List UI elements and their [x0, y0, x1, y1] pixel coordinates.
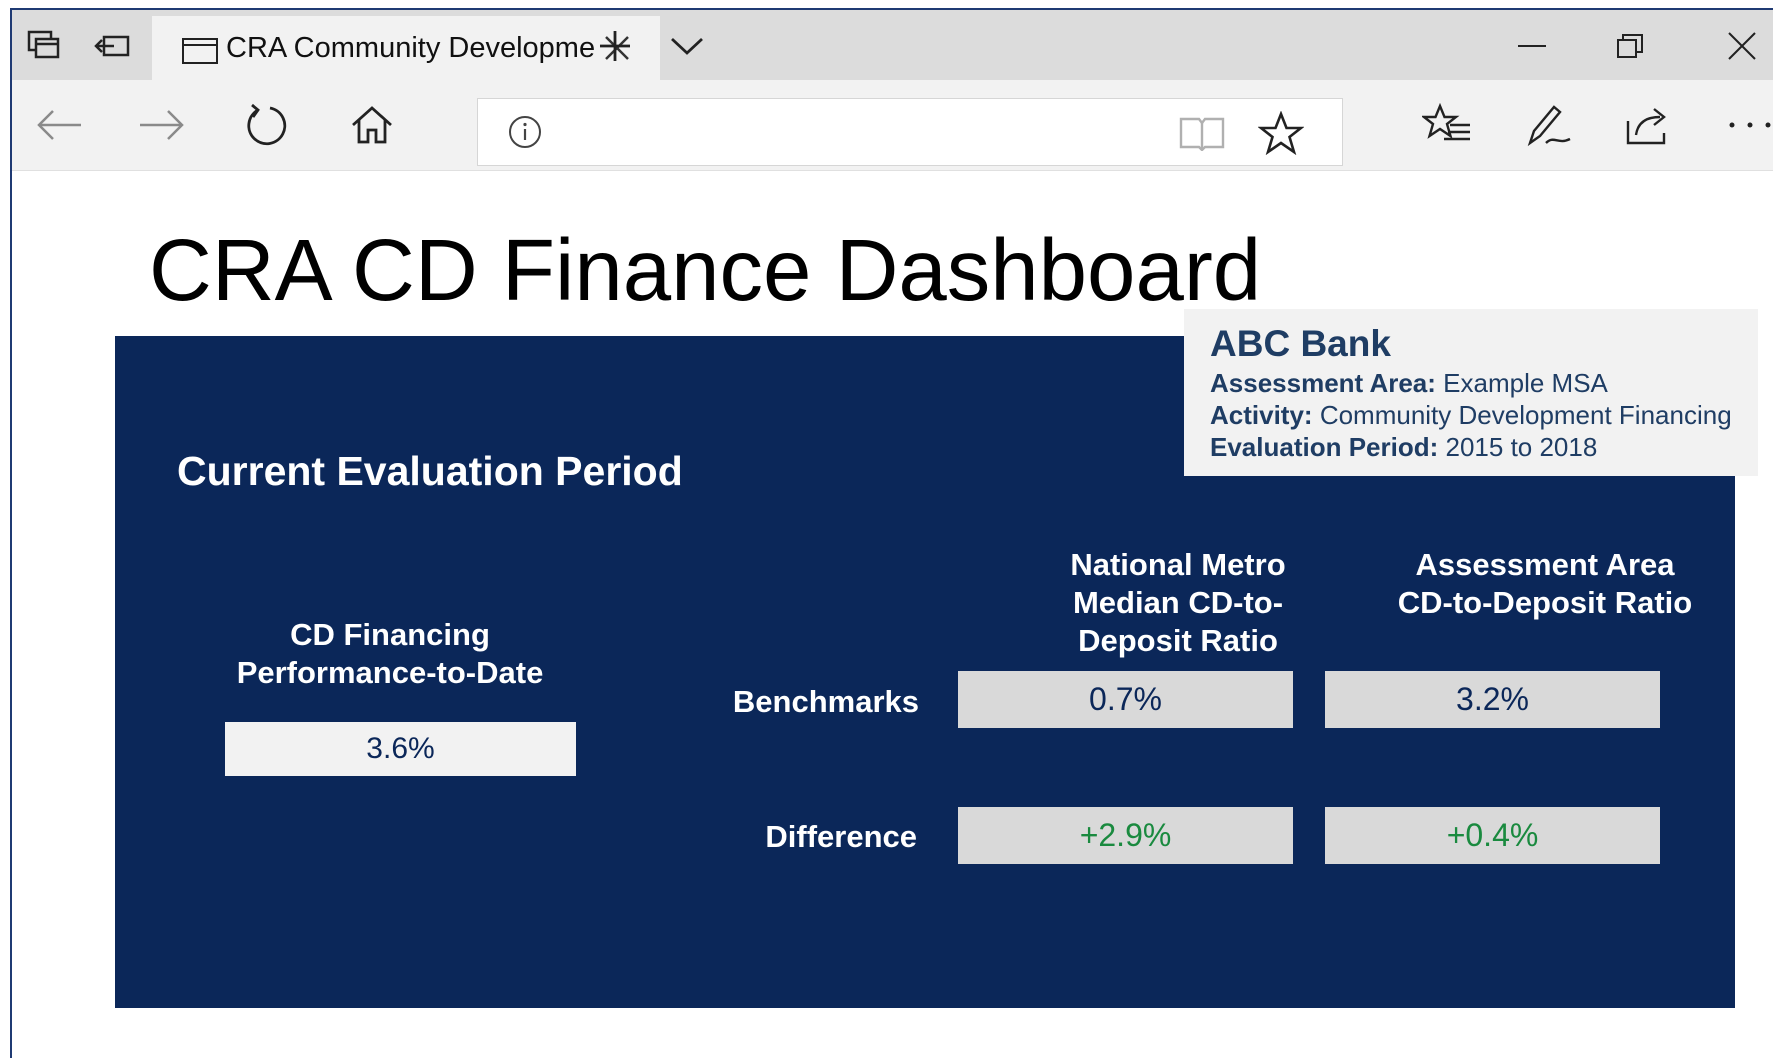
column-header-national: National Metro Median CD-to- Deposit Rat… — [1008, 546, 1348, 660]
assessment-area-label: Assessment Area: — [1210, 368, 1436, 398]
refresh-icon[interactable] — [242, 100, 292, 150]
activity-value: Community Development Financing — [1319, 400, 1732, 430]
share-icon[interactable] — [1624, 100, 1674, 150]
page-icon — [182, 38, 218, 64]
column-header-line: CD-to-Deposit Ratio — [1397, 585, 1693, 620]
benchmark-assessment-value: 3.2% — [1325, 671, 1660, 728]
performance-value: 3.6% — [225, 722, 576, 776]
difference-national-value: +2.9% — [958, 807, 1293, 864]
tab-title: CRA Community Developme — [226, 32, 596, 64]
row-label-benchmarks: Benchmarks — [732, 684, 919, 719]
evaluation-period-label: Evaluation Period: — [1210, 432, 1439, 462]
row-label-difference: Difference — [765, 819, 917, 854]
forward-arrow-icon[interactable] — [137, 100, 187, 150]
favorite-star-icon[interactable] — [1258, 111, 1304, 155]
close-window-icon[interactable] — [1722, 26, 1762, 66]
browser-window: CRA Community Developme CRA CD Finance D… — [10, 8, 1773, 1061]
address-bar[interactable] — [477, 98, 1343, 166]
column-header-line: Median CD-to- — [1072, 585, 1284, 620]
column-header-assessment-area: Assessment Area CD-to-Deposit Ratio — [1375, 546, 1715, 622]
chevron-down-icon[interactable] — [667, 26, 707, 66]
evaluation-period-value: 2015 to 2018 — [1445, 432, 1598, 462]
activity-line: Activity: Community Development Financin… — [1210, 400, 1732, 431]
bank-info-box: ABC Bank Assessment Area: Example MSA Ac… — [1184, 309, 1758, 476]
navigation-bar — [12, 80, 1773, 171]
more-menu-icon[interactable] — [1722, 100, 1773, 150]
column-header-line: Deposit Ratio — [1078, 623, 1278, 658]
new-tab-icon[interactable] — [595, 26, 635, 66]
evaluation-period-line: Evaluation Period: 2015 to 2018 — [1210, 432, 1597, 463]
page-content: CRA CD Finance Dashboard Current Evaluat… — [12, 171, 1773, 1061]
tab-set-aside-icon[interactable] — [24, 26, 64, 66]
favorites-list-icon[interactable] — [1422, 100, 1472, 150]
home-icon[interactable] — [347, 100, 397, 150]
performance-label: CD Financing Performance-to-Date — [215, 616, 565, 692]
section-title: Current Evaluation Period — [177, 448, 683, 494]
bank-name: ABC Bank — [1210, 323, 1391, 364]
benchmark-national-value: 0.7% — [958, 671, 1293, 728]
info-icon[interactable] — [508, 115, 542, 149]
performance-label-line2: Performance-to-Date — [236, 655, 544, 690]
assessment-area-value: Example MSA — [1443, 368, 1608, 398]
difference-assessment-value: +0.4% — [1325, 807, 1660, 864]
minimize-icon[interactable] — [1512, 26, 1552, 66]
activity-label: Activity: — [1210, 400, 1313, 430]
web-note-pen-icon[interactable] — [1524, 100, 1574, 150]
tab-preview-icon[interactable] — [92, 26, 132, 66]
tab-strip: CRA Community Developme — [12, 10, 1773, 80]
back-arrow-icon[interactable] — [34, 100, 84, 150]
performance-label-line1: CD Financing — [290, 617, 490, 652]
column-header-line: Assessment Area — [1415, 547, 1675, 582]
reading-view-icon[interactable] — [1178, 115, 1226, 151]
restore-icon[interactable] — [1610, 26, 1650, 66]
browser-tab[interactable]: CRA Community Developme — [152, 16, 660, 80]
assessment-area-line: Assessment Area: Example MSA — [1210, 368, 1608, 399]
column-header-line: National Metro — [1070, 547, 1286, 582]
page-title: CRA CD Finance Dashboard — [149, 222, 1262, 319]
